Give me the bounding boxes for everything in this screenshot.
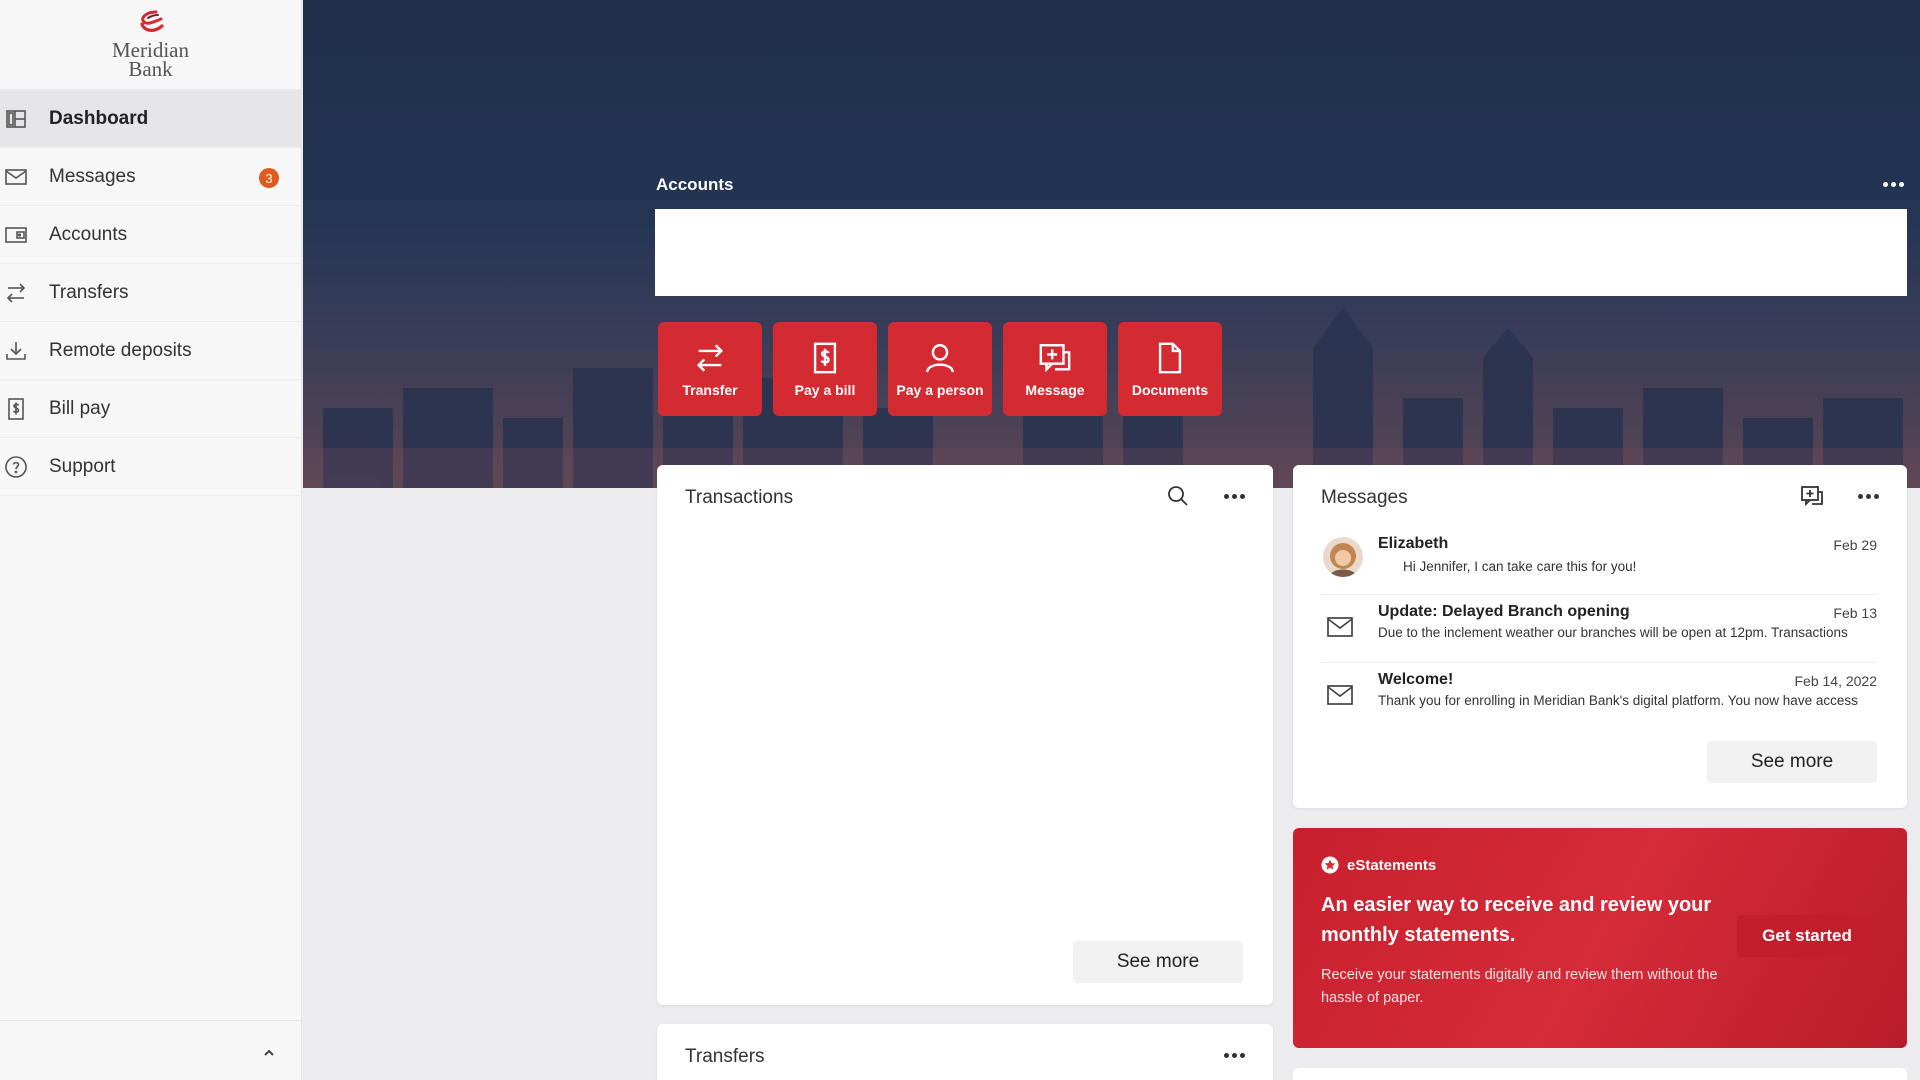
sidebar-nav: Dashboard Messages 3 Accounts Transfers	[0, 90, 301, 496]
sidebar-item-label: Dashboard	[49, 107, 149, 129]
message-preview: Thank you for enrolling in Meridian Bank…	[1378, 693, 1858, 708]
accounts-section-title: Accounts	[656, 175, 734, 194]
sidebar-item-label: Remote deposits	[49, 339, 192, 361]
collapse-sidebar-button[interactable]	[259, 1043, 279, 1063]
search-icon	[1168, 486, 1188, 506]
star-badge-icon	[1321, 856, 1339, 874]
brand-name-line2: Bank	[128, 57, 173, 81]
sidebar-item-messages[interactable]: Messages 3	[0, 148, 301, 206]
sidebar-item-label: Messages	[49, 165, 136, 187]
transfers-title: Transfers	[685, 1046, 765, 1067]
messages-more-button[interactable]	[1855, 483, 1881, 509]
person-icon	[926, 343, 954, 373]
transactions-more-button[interactable]	[1221, 483, 1247, 509]
unread-count-badge: 3	[259, 168, 279, 188]
transactions-title: Transactions	[685, 487, 794, 508]
transactions-card: Transactions See more	[657, 465, 1273, 1005]
documents-label: Documents	[1131, 381, 1209, 398]
pay-a-bill-button[interactable]: Pay a bill	[773, 322, 877, 416]
swirl-logo-icon	[139, 10, 164, 32]
accounts-panel	[655, 209, 1907, 296]
sidebar-item-support[interactable]: Support	[0, 438, 301, 496]
pay-a-person-label: Pay a person	[896, 381, 984, 398]
help-circle-icon	[3, 454, 29, 480]
get-started-button[interactable]: Get started	[1737, 915, 1877, 957]
message-item[interactable]: Update: Delayed Branch opening Feb 13 Du…	[1321, 595, 1877, 663]
sidebar-footer	[0, 1020, 301, 1080]
download-icon	[3, 338, 29, 364]
message-item[interactable]: Elizabeth Feb 29 Hi Jennifer, I can take…	[1321, 527, 1877, 595]
avatar	[1323, 537, 1363, 577]
document-icon	[1158, 342, 1182, 373]
message-list: Elizabeth Feb 29 Hi Jennifer, I can take…	[1293, 527, 1907, 731]
sidebar-item-label: Transfers	[49, 281, 129, 303]
dashboard-icon	[3, 106, 29, 132]
message-item[interactable]: Welcome! Feb 14, 2022 Thank you for enro…	[1321, 663, 1877, 731]
sidebar-item-label: Bill pay	[49, 397, 111, 419]
transfer-arrows-icon	[696, 343, 724, 372]
messages-see-more-button[interactable]: See more	[1707, 741, 1877, 783]
more-horizontal-icon	[1882, 181, 1904, 187]
estatements-tag-label: eStatements	[1347, 856, 1437, 874]
compose-message-button[interactable]	[1799, 483, 1825, 509]
estatements-tag: eStatements	[1321, 856, 1436, 874]
dollar-bill-icon	[3, 396, 29, 422]
next-card-edge	[1293, 1068, 1907, 1080]
more-horizontal-icon	[1857, 493, 1879, 499]
accounts-more-button[interactable]	[1880, 172, 1906, 196]
sidebar-item-accounts[interactable]: Accounts	[0, 206, 301, 264]
transfer-arrows-icon	[3, 280, 29, 306]
more-horizontal-icon	[1223, 493, 1245, 499]
estatements-body: Receive your statements digitally and re…	[1321, 967, 1718, 1006]
documents-button[interactable]: Documents	[1118, 322, 1222, 416]
message-sender: Elizabeth	[1378, 535, 1449, 552]
sidebar-item-bill-pay[interactable]: Bill pay	[0, 380, 301, 438]
pay-a-person-button[interactable]: Pay a person	[888, 322, 992, 416]
chevron-up-icon	[264, 1049, 274, 1056]
message-preview: Hi Jennifer, I can take care this for yo…	[1403, 559, 1637, 574]
message-button[interactable]: Message	[1003, 322, 1107, 416]
envelope-icon	[3, 164, 29, 190]
transfers-more-button[interactable]	[1221, 1042, 1247, 1068]
sidebar-item-label: Support	[49, 455, 116, 477]
sidebar-item-remote-deposits[interactable]: Remote deposits	[0, 322, 301, 380]
message-date: Feb 29	[1833, 537, 1877, 553]
transfer-label: Transfer	[682, 381, 738, 398]
sidebar-item-label: Accounts	[49, 223, 128, 245]
messages-title: Messages	[1321, 487, 1408, 508]
estatements-headline: An easier way to receive and review your…	[1321, 894, 1712, 946]
message-label: Message	[1025, 381, 1085, 398]
envelope-icon	[1327, 685, 1353, 705]
message-date: Feb 14, 2022	[1794, 673, 1877, 689]
message-sender: Welcome!	[1378, 671, 1454, 688]
search-transactions-button[interactable]	[1165, 483, 1191, 509]
sidebar-item-transfers[interactable]: Transfers	[0, 264, 301, 322]
message-sender: Update: Delayed Branch opening	[1378, 603, 1630, 620]
envelope-icon	[1327, 617, 1353, 637]
pay-a-bill-label: Pay a bill	[794, 381, 856, 398]
estatements-promo: eStatements An easier way to receive and…	[1293, 828, 1907, 1048]
quick-actions: Transfer Pay a bill Pay a person Message…	[658, 322, 1222, 416]
transfer-button[interactable]: Transfer	[658, 322, 762, 416]
messages-card: Messages Elizabeth Feb 29 Hi Jennifer, I…	[1293, 465, 1907, 808]
more-horizontal-icon	[1223, 1052, 1245, 1058]
transactions-see-more-button[interactable]: See more	[1073, 941, 1243, 983]
sidebar: Meridian Bank Dashboard Messages 3 Accou…	[0, 0, 302, 1080]
bank-logo[interactable]: Meridian Bank	[0, 0, 301, 90]
sidebar-item-dashboard[interactable]: Dashboard	[0, 90, 301, 148]
message-date: Feb 13	[1833, 605, 1877, 621]
wallet-icon	[3, 222, 29, 248]
message-preview: Due to the inclement weather our branche…	[1378, 625, 1848, 640]
dollar-bill-icon	[813, 342, 837, 373]
compose-message-icon	[1039, 343, 1071, 372]
transfers-card: Transfers	[657, 1024, 1273, 1080]
compose-message-icon	[1801, 486, 1823, 507]
